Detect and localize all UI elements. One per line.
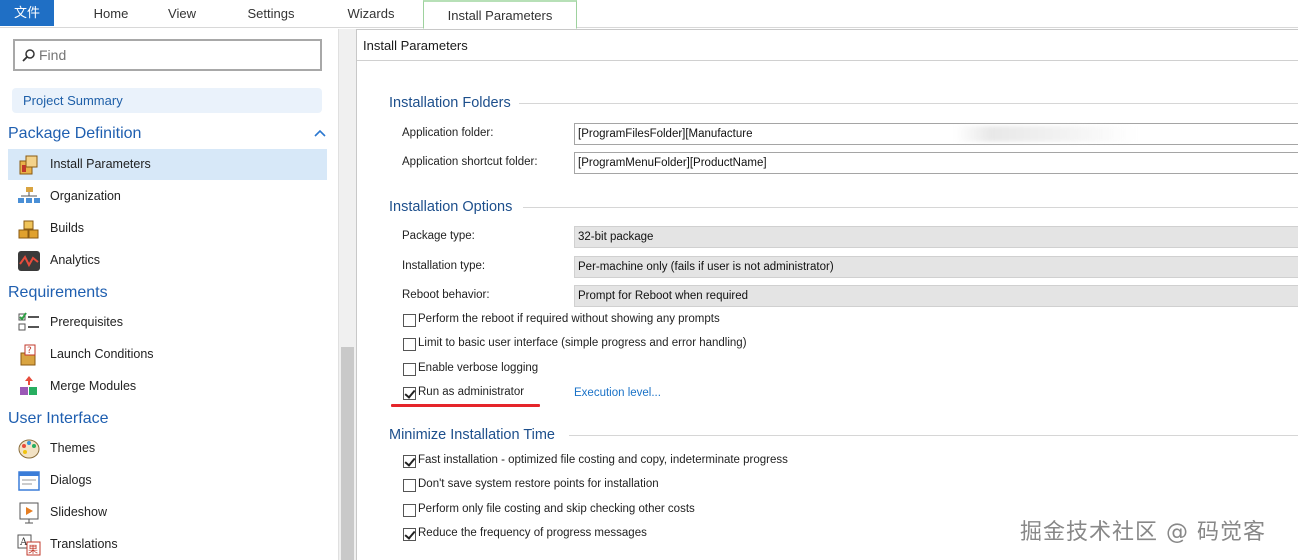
tab-install-parameters[interactable]: Install Parameters bbox=[423, 0, 577, 29]
project-summary-item[interactable]: Project Summary bbox=[12, 88, 322, 113]
checkbox-box[interactable] bbox=[403, 479, 416, 492]
sidebar-item-builds[interactable]: Builds bbox=[8, 213, 327, 244]
watermark: 掘金技术社区 @ 码觉客 bbox=[1020, 520, 1266, 545]
sidebar-item-dialogs[interactable]: Dialogs bbox=[8, 465, 327, 496]
find-input[interactable] bbox=[39, 46, 309, 64]
svg-text:?: ? bbox=[27, 346, 32, 356]
installation-type-label: Installation type: bbox=[402, 260, 486, 272]
sidebar-item-launch-conditions[interactable]: ? Launch Conditions bbox=[8, 339, 327, 370]
section-minimize-installation-time: Minimize Installation Time bbox=[389, 427, 555, 443]
find-box[interactable] bbox=[13, 39, 322, 71]
execution-level-link[interactable]: Execution level... bbox=[574, 387, 661, 399]
tab-wizards[interactable]: Wizards bbox=[326, 0, 416, 28]
scrollbar-thumb[interactable] bbox=[341, 347, 354, 560]
group-user-interface[interactable]: User Interface bbox=[8, 410, 108, 428]
sidebar-item-label: Translations bbox=[50, 537, 118, 551]
application-folder-label: Application folder: bbox=[402, 127, 494, 139]
sidebar-item-label: Prerequisites bbox=[50, 315, 123, 329]
checkbox-label: Limit to basic user interface (simple pr… bbox=[418, 337, 747, 349]
navigation-scrollbar[interactable] bbox=[338, 29, 356, 560]
sidebar-item-themes[interactable]: Themes bbox=[8, 433, 327, 464]
prerequisites-icon bbox=[18, 312, 39, 331]
shortcut-folder-label: Application shortcut folder: bbox=[402, 156, 538, 168]
section-installation-options: Installation Options bbox=[389, 199, 513, 215]
svg-text:果: 果 bbox=[28, 544, 38, 556]
analytics-icon bbox=[18, 251, 40, 271]
search-icon bbox=[22, 49, 35, 62]
package-type-label: Package type: bbox=[402, 230, 475, 242]
redacted-blur bbox=[955, 126, 1135, 142]
navigation-pane: Project Summary Package Definition Insta… bbox=[0, 29, 338, 560]
group-requirements[interactable]: Requirements bbox=[8, 284, 108, 302]
sidebar-item-merge-modules[interactable]: Merge Modules bbox=[8, 371, 327, 402]
application-folder-field[interactable]: [ProgramFilesFolder][Manufacture bbox=[574, 123, 1298, 145]
sidebar-item-install-parameters[interactable]: Install Parameters bbox=[8, 149, 327, 180]
group-package-definition[interactable]: Package Definition bbox=[8, 125, 141, 143]
translations-icon: A 果 bbox=[17, 534, 41, 556]
organization-icon bbox=[18, 187, 40, 203]
sidebar-item-prerequisites[interactable]: Prerequisites bbox=[8, 307, 327, 338]
application-folder-value: [ProgramFilesFolder][Manufacture bbox=[578, 128, 753, 140]
dialogs-icon bbox=[18, 471, 40, 491]
checkbox-box[interactable] bbox=[403, 314, 416, 327]
chevron-up-icon[interactable] bbox=[314, 127, 326, 137]
section-installation-folders: Installation Folders bbox=[389, 95, 511, 111]
sidebar-item-label: Builds bbox=[50, 221, 85, 235]
slideshow-icon bbox=[19, 502, 39, 524]
builds-icon bbox=[18, 220, 39, 239]
package-type-value: 32-bit package bbox=[578, 231, 654, 243]
reboot-behavior-label: Reboot behavior: bbox=[402, 289, 490, 301]
reboot-behavior-value: Prompt for Reboot when required bbox=[578, 290, 749, 302]
installation-type-field[interactable]: Per-machine only (fails if user is not a… bbox=[574, 256, 1298, 278]
ribbon-tab-bar: 文件 Home View Settings Wizards Install Pa… bbox=[0, 0, 1298, 29]
checkbox-label: Perform only file costing and skip check… bbox=[418, 503, 695, 515]
checkbox-label: Reduce the frequency of progress message… bbox=[418, 527, 647, 539]
checkbox-box[interactable] bbox=[403, 387, 416, 400]
sidebar-item-label: Themes bbox=[50, 441, 96, 455]
sidebar-item-label: Install Parameters bbox=[50, 157, 151, 171]
checkbox-label: Don't save system restore points for ins… bbox=[418, 478, 659, 490]
section-divider bbox=[523, 207, 1298, 208]
red-underline-annotation bbox=[391, 404, 540, 407]
checkbox-box[interactable] bbox=[403, 455, 416, 468]
reboot-behavior-field[interactable]: Prompt for Reboot when required bbox=[574, 285, 1298, 307]
sidebar-item-label: Launch Conditions bbox=[50, 347, 154, 361]
checkbox-box[interactable] bbox=[403, 504, 416, 517]
tab-settings[interactable]: Settings bbox=[226, 0, 316, 28]
install-parameters-icon bbox=[19, 155, 38, 175]
checkbox-box[interactable] bbox=[403, 363, 416, 376]
checkbox-label: Enable verbose logging bbox=[418, 362, 539, 374]
installation-type-value: Per-machine only (fails if user is not a… bbox=[578, 261, 834, 273]
sidebar-item-translations[interactable]: A 果 Translations bbox=[8, 529, 327, 560]
section-divider bbox=[569, 435, 1298, 436]
sidebar-item-slideshow[interactable]: Slideshow bbox=[8, 497, 327, 528]
sidebar-item-label: Analytics bbox=[50, 253, 101, 267]
sidebar-item-analytics[interactable]: Analytics bbox=[8, 245, 327, 276]
launch-conditions-icon: ? bbox=[20, 344, 36, 366]
checkbox-box[interactable] bbox=[403, 338, 416, 351]
tab-file[interactable]: 文件 bbox=[0, 0, 54, 26]
sidebar-item-label: Slideshow bbox=[50, 505, 107, 519]
shortcut-folder-value: [ProgramMenuFolder][ProductName] bbox=[578, 157, 767, 169]
tab-view[interactable]: View bbox=[140, 0, 224, 28]
checkbox-label: Perform the reboot if required without s… bbox=[418, 313, 720, 325]
section-divider bbox=[519, 103, 1298, 104]
package-type-field[interactable]: 32-bit package bbox=[574, 226, 1298, 248]
themes-palette-icon bbox=[18, 439, 40, 459]
checkbox-label: Run as administrator bbox=[418, 386, 525, 398]
merge-modules-icon bbox=[20, 376, 37, 395]
content-pane: Install Parameters Installation Folders … bbox=[356, 29, 1298, 560]
sidebar-item-label: Organization bbox=[50, 189, 121, 203]
checkbox-label: Fast installation - optimized file costi… bbox=[418, 454, 788, 466]
checkbox-box[interactable] bbox=[403, 528, 416, 541]
page-title: Install Parameters bbox=[357, 29, 1298, 61]
sidebar-item-organization[interactable]: Organization bbox=[8, 181, 327, 212]
shortcut-folder-field[interactable]: [ProgramMenuFolder][ProductName] bbox=[574, 152, 1298, 174]
sidebar-item-label: Dialogs bbox=[50, 473, 92, 487]
sidebar-item-label: Merge Modules bbox=[50, 379, 137, 393]
